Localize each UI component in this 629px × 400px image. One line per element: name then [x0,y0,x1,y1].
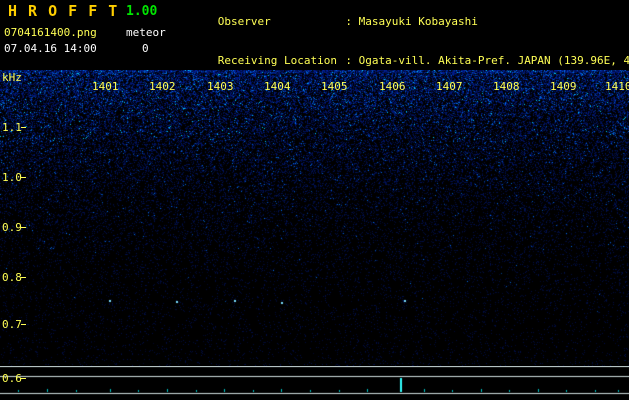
time-tick-label: 1406 [379,80,406,93]
freq-tick-mark [21,324,26,325]
time-tick-label: 1407 [436,80,463,93]
meteor-count-value: 0 [142,42,149,55]
freq-tick-label: 0.6 [2,372,22,385]
spectrogram-canvas [0,70,629,366]
freq-tick-label: 0.8 [2,271,22,284]
time-tick-label: 1410 [605,80,629,93]
freq-tick-label: 1.0 [2,171,22,184]
freq-tick-label: 0.9 [2,221,22,234]
meteor-count-label: meteor [126,26,166,39]
signal-level-strip [0,366,629,400]
freq-tick-mark [21,378,26,379]
time-tick-label: 1401 [92,80,119,93]
freq-tick-mark [21,277,26,278]
info-value: Ogata-vill. Akita-Pref. JAPAN (139.96E, … [359,54,629,67]
app-version: 1.00 [126,4,157,19]
time-tick-label: 1409 [550,80,577,93]
info-separator: : [339,15,359,28]
info-value: Masayuki Kobayashi [359,15,478,28]
info-row-observer: Observer : Masayuki Kobayashi [178,2,629,41]
time-tick-label: 1404 [264,80,291,93]
hrofft-window: H R O F F T 1.00 0704161400.png meteor 0… [0,0,629,400]
freq-axis-unit: kHz [2,71,22,84]
time-tick-label: 1408 [493,80,520,93]
info-label: Receiving Location [218,54,339,67]
info-separator: : [339,54,359,67]
app-logo: H R O F F T [8,2,118,20]
time-tick-label: 1403 [207,80,234,93]
freq-tick-label: 1.1 [2,121,22,134]
output-filename: 0704161400.png [4,26,97,39]
observation-timestamp: 07.04.16 14:00 [4,42,97,55]
freq-tick-mark [21,227,26,228]
time-tick-label: 1405 [321,80,348,93]
freq-tick-mark [21,177,26,178]
freq-tick-label: 0.7 [2,318,22,331]
info-label: Observer [218,15,339,28]
time-tick-label: 1402 [149,80,176,93]
freq-tick-mark [21,127,26,128]
